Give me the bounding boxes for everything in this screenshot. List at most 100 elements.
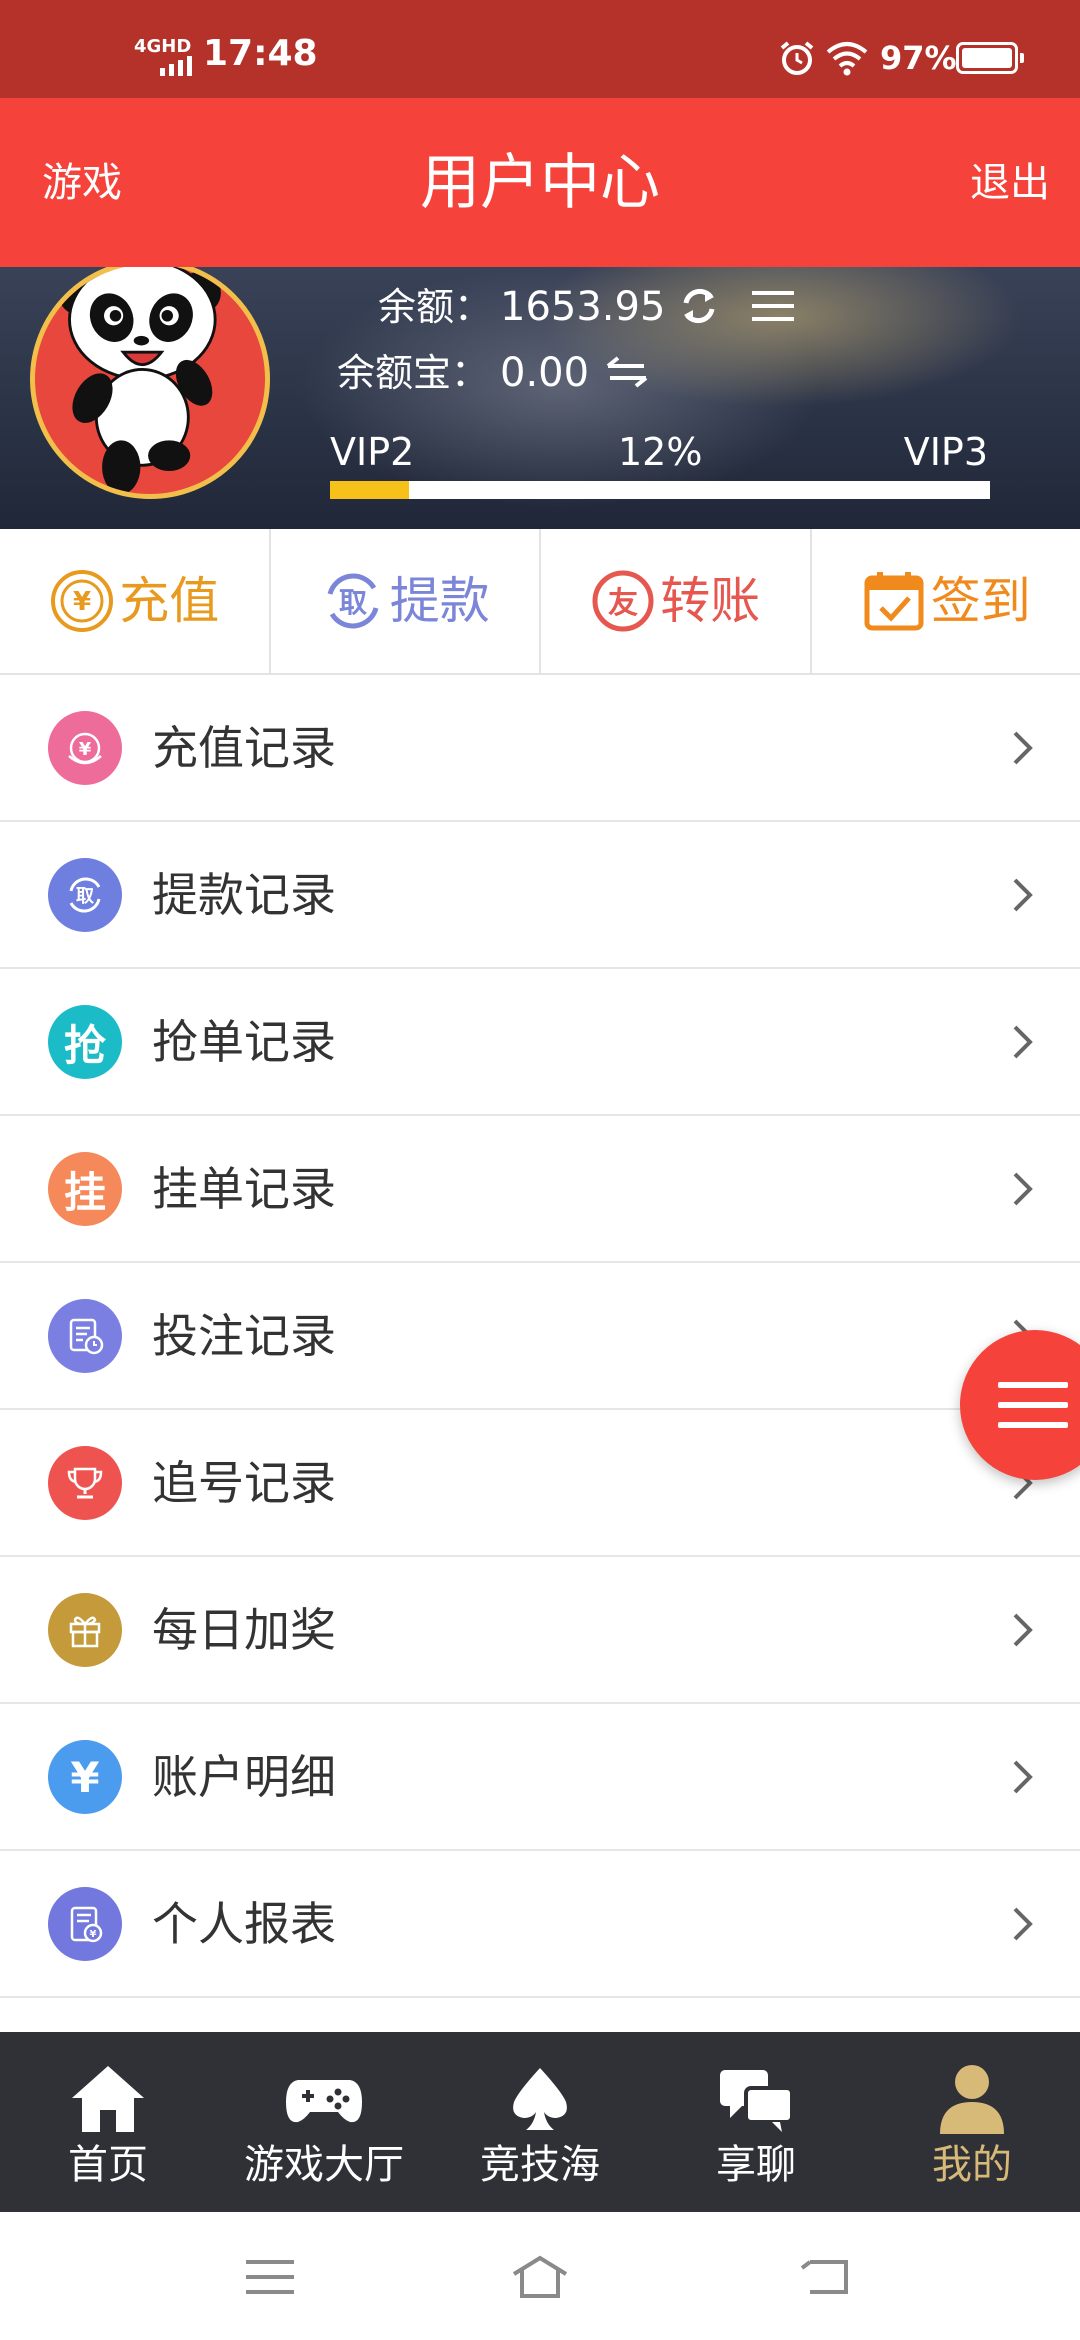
tab-label: 竞技海 — [480, 2142, 600, 2188]
refresh-icon[interactable] — [678, 285, 720, 327]
list-item-deposit-records[interactable]: ¥ 充值记录 — [0, 675, 1080, 822]
svg-text:¥: ¥ — [90, 1929, 97, 1940]
svg-text:¥: ¥ — [79, 739, 92, 760]
grab-order-icon: 抢 — [48, 1005, 122, 1079]
vip-current-level: VIP2 — [330, 430, 415, 474]
chevron-right-icon — [1013, 1613, 1033, 1647]
battery-icon — [956, 42, 1024, 74]
spade-icon — [513, 2068, 567, 2130]
list-item-label: 每日加奖 — [152, 1603, 336, 1657]
system-nav-bar — [0, 2212, 1080, 2340]
vip-progress-percent: 12% — [618, 430, 703, 474]
list-item-bet-records[interactable]: 投注记录 — [0, 1263, 1080, 1410]
list-item-chase-records[interactable]: 追号记录 — [0, 1410, 1080, 1557]
tab-label: 我的 — [932, 2142, 1012, 2188]
transfer-button[interactable]: 友 转账 — [541, 529, 812, 673]
battery-percent: 97% — [880, 39, 957, 77]
yuebao-value: 0.00 — [500, 350, 590, 396]
list-item-personal-report[interactable]: ¥ 个人报表 — [0, 1851, 1080, 1998]
home-icon — [72, 2066, 144, 2132]
home-nav-icon[interactable] — [510, 2252, 570, 2302]
chevron-right-icon — [1013, 731, 1033, 765]
deposit-button[interactable]: ¥ 充值 — [0, 529, 271, 673]
chevron-right-icon — [1013, 1760, 1033, 1794]
tab-game-hall[interactable]: 游戏大厅 — [216, 2032, 432, 2212]
list-item-label: 充值记录 — [152, 721, 336, 775]
status-bar: 4GHD 17:48 97% — [0, 0, 1080, 98]
balance-label: 余额： — [378, 285, 493, 329]
report-icon: ¥ — [48, 1887, 122, 1961]
network-type: 4GHD — [134, 36, 192, 57]
recent-apps-icon[interactable] — [240, 2252, 300, 2302]
bottom-tab-bar: 首页 游戏大厅 竞技海 享聊 我的 — [0, 2032, 1080, 2212]
transfer-label: 转账 — [660, 572, 761, 630]
chevron-right-icon — [1013, 1172, 1033, 1206]
list-item-label: 账户明细 — [152, 1750, 336, 1804]
deposit-label: 充值 — [119, 572, 220, 630]
balance-value: 1653.95 — [500, 284, 666, 330]
hamburger-menu-icon[interactable] — [752, 289, 794, 323]
tab-label: 首页 — [68, 2142, 148, 2188]
list-item-label: 抢单记录 — [152, 1015, 336, 1069]
yen-icon: ¥ — [48, 1740, 122, 1814]
list-item-label: 挂单记录 — [152, 1162, 336, 1216]
menu-list: ¥ 充值记录 取 提款记录 抢 抢单记录 挂 挂单记录 投注记录 追号记录 每日… — [0, 675, 1080, 1998]
svg-text:取: 取 — [339, 586, 367, 619]
pending-order-icon: 挂 — [48, 1152, 122, 1226]
app-header: 游戏 用户中心 退出 — [0, 98, 1080, 267]
page-title: 用户中心 — [420, 148, 660, 218]
chevron-right-icon — [1013, 1025, 1033, 1059]
account-banner: 余额： 1653.95 余额宝： 0.00 VIP2 12% VIP3 — [0, 267, 1080, 529]
checkin-button[interactable]: 签到 — [812, 529, 1080, 673]
trophy-icon — [48, 1446, 122, 1520]
chevron-right-icon — [1013, 1907, 1033, 1941]
list-item-label: 个人报表 — [152, 1897, 336, 1951]
list-item-label: 投注记录 — [152, 1309, 336, 1363]
hamburger-menu-icon — [998, 1382, 1068, 1428]
list-item-label: 提款记录 — [152, 868, 336, 922]
wifi-icon — [826, 42, 868, 76]
withdraw-button[interactable]: 取 提款 — [271, 529, 541, 673]
yen-coin-icon: ¥ — [51, 570, 114, 632]
alarm-icon — [780, 41, 814, 75]
withdraw-label: 提款 — [389, 572, 490, 630]
friend-transfer-icon: 友 — [592, 570, 654, 632]
gift-icon — [48, 1593, 122, 1667]
logout-button[interactable]: 退出 — [970, 158, 1050, 208]
signal-icon — [160, 56, 192, 76]
chat-icon — [720, 2070, 794, 2132]
svg-text:¥: ¥ — [73, 587, 91, 617]
list-item-daily-bonus[interactable]: 每日加奖 — [0, 1557, 1080, 1704]
gamepad-icon — [286, 2080, 362, 2123]
quick-actions: ¥ 充值 取 提款 友 转账 签到 — [0, 529, 1080, 675]
list-item-grab-order-records[interactable]: 抢 抢单记录 — [0, 969, 1080, 1116]
yen-icon: ¥ — [48, 711, 122, 785]
chevron-right-icon — [1013, 878, 1033, 912]
document-clock-icon — [48, 1299, 122, 1373]
list-item-withdraw-records[interactable]: 取 提款记录 — [0, 822, 1080, 969]
clock: 17:48 — [203, 33, 318, 74]
withdraw-icon: 取 — [48, 858, 122, 932]
vip-progress-fill — [330, 481, 410, 499]
tab-home[interactable]: 首页 — [0, 2032, 216, 2212]
vip-progress-bar — [330, 481, 990, 499]
list-item-label: 追号记录 — [152, 1456, 336, 1510]
avatar[interactable] — [30, 267, 270, 499]
vip-next-level: VIP3 — [903, 430, 988, 474]
tab-arena[interactable]: 竞技海 — [432, 2032, 648, 2212]
svg-text:友: 友 — [608, 586, 638, 621]
calendar-check-icon — [864, 572, 924, 631]
svg-text:取: 取 — [76, 886, 95, 907]
back-icon[interactable] — [796, 2252, 856, 2302]
checkin-label: 签到 — [930, 572, 1031, 630]
yuebao-label: 余额宝： — [337, 351, 490, 395]
withdraw-icon: 取 — [327, 573, 379, 629]
tab-label: 享聊 — [716, 2142, 796, 2188]
transfer-arrows-icon[interactable] — [604, 355, 650, 389]
panda-avatar-icon — [58, 267, 221, 494]
user-icon — [940, 2065, 1004, 2134]
list-item-pending-order-records[interactable]: 挂 挂单记录 — [0, 1116, 1080, 1263]
list-item-account-details[interactable]: ¥ 账户明细 — [0, 1704, 1080, 1851]
tab-mine[interactable]: 我的 — [864, 2032, 1080, 2212]
tab-chat[interactable]: 享聊 — [648, 2032, 864, 2212]
